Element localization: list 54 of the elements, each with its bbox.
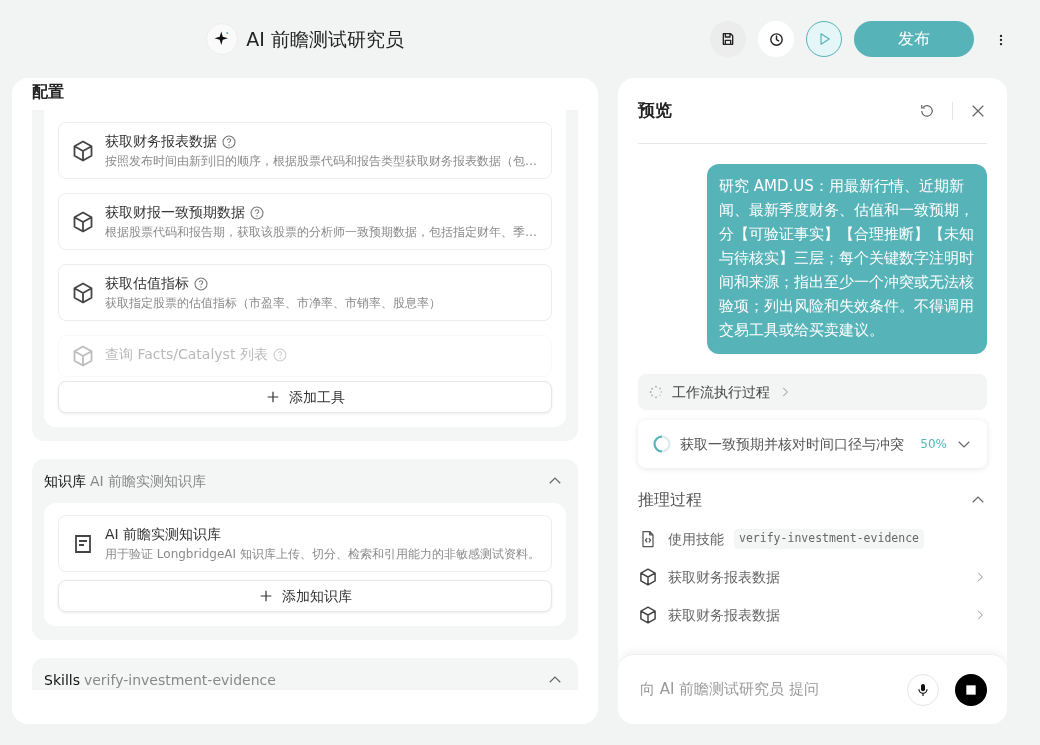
progress-percent: 50% [920, 436, 947, 453]
item-name: 查询 Facts/Catalyst 列表 [105, 345, 268, 364]
list-item[interactable]: 获取估值指标 获取指定股票的估值指标（市盈率、市净率、市销率、股息率） [58, 264, 552, 321]
step-label: 获取财务报表数据 [668, 567, 781, 587]
spinner-icon [652, 434, 672, 454]
section-title: 推理过程 [638, 489, 702, 511]
plus-icon [258, 588, 274, 604]
item-description: 获取指定股票的估值指标（市盈率、市净率、市销率、股息率） [105, 295, 442, 312]
section-title: Skills [44, 670, 80, 690]
help-icon[interactable] [221, 133, 237, 150]
microphone-icon [915, 681, 931, 698]
list-item[interactable]: 获取财务报表数据 按照发布时间由新到旧的顺序，根据股票代码和报告类型获取财务报表数据（包… [58, 122, 552, 179]
panel-title: 预览 [638, 98, 672, 122]
help-icon[interactable] [193, 275, 209, 292]
item-name: AI 前瞻实测知识库 [105, 525, 222, 544]
app-title: AI 前瞻测试研究员 [246, 26, 404, 52]
item-name: 获取财务报表数据 [105, 132, 217, 151]
panel-title: 配置 [32, 81, 65, 103]
workflow-row[interactable]: 工作流执行过程 [638, 374, 987, 410]
history-button[interactable] [758, 21, 794, 57]
plus-icon [265, 389, 281, 405]
section-title: 知识库 [44, 471, 86, 491]
help-icon[interactable] [249, 204, 265, 221]
list-item[interactable]: 获取财报一致预期数据 根据股票代码和报告期，获取该股票的分析师一致预期数据，包括指定财年、季… [58, 193, 552, 250]
save-icon [720, 31, 736, 47]
add-button[interactable]: 添加工具 [58, 381, 552, 413]
input-field[interactable]: 向 AI 前瞻测试研究员 提问 [638, 677, 891, 702]
add-button[interactable]: 添加知识库 [58, 580, 552, 612]
step-label: 获取财务报表数据 [668, 605, 781, 625]
cube-icon [71, 280, 95, 305]
message-bubble: 研究 AMD.US：用最新行情、近期新闻、最新季度财务、估值和一致预期，分【可验证事实】【合理推断】【未知与待核实】三层；每个关键数字注明时间和来源；指出至少一个冲突或无法核验项；列出风险和失效条件。不得调用交易工具或给买卖建议。 [707, 164, 987, 354]
cube-icon [638, 605, 658, 625]
section-subtitle: AI 前瞻实测知识库 [90, 471, 207, 491]
microphone-button[interactable] [907, 673, 939, 706]
loading-icon [648, 384, 664, 400]
task-card[interactable]: 获取一致预期并核对时间口径与冲突 50% [638, 420, 987, 468]
item-description: 按照发布时间由新到旧的顺序，根据股票代码和报告类型获取财务报表数据（包… [105, 153, 538, 170]
item-name: 获取财报一致预期数据 [105, 203, 245, 222]
cube-icon [71, 344, 95, 368]
clock-icon [767, 30, 785, 48]
item-name: 获取估值指标 [105, 274, 189, 293]
save-button[interactable] [710, 21, 746, 57]
code-tag: verify-investment-evidence [734, 529, 924, 549]
cube-icon [71, 138, 95, 163]
item-description: 用于验证 LongbridgeAI 知识库上传、切分、检索和引用能力的非敏感测试资料。 [105, 546, 540, 563]
cube-icon [638, 567, 658, 587]
task-label: 获取一致预期并核对时间口径与冲突 [680, 434, 905, 454]
logo-badge [206, 23, 239, 55]
cube-icon [71, 209, 95, 234]
list-item[interactable]: AI 前瞻实测知识库 用于验证 LongbridgeAI 知识库上传、切分、检索和引用能力的非敏感测试资料。 [58, 515, 552, 572]
item-description: 根据股票代码和报告期，获取该股票的分析师一致预期数据，包括指定财年、季… [105, 224, 538, 241]
stop-button[interactable] [955, 673, 987, 706]
section-subtitle: verify-investment-evidence [83, 670, 276, 690]
step-label: 使用技能 [668, 529, 724, 549]
